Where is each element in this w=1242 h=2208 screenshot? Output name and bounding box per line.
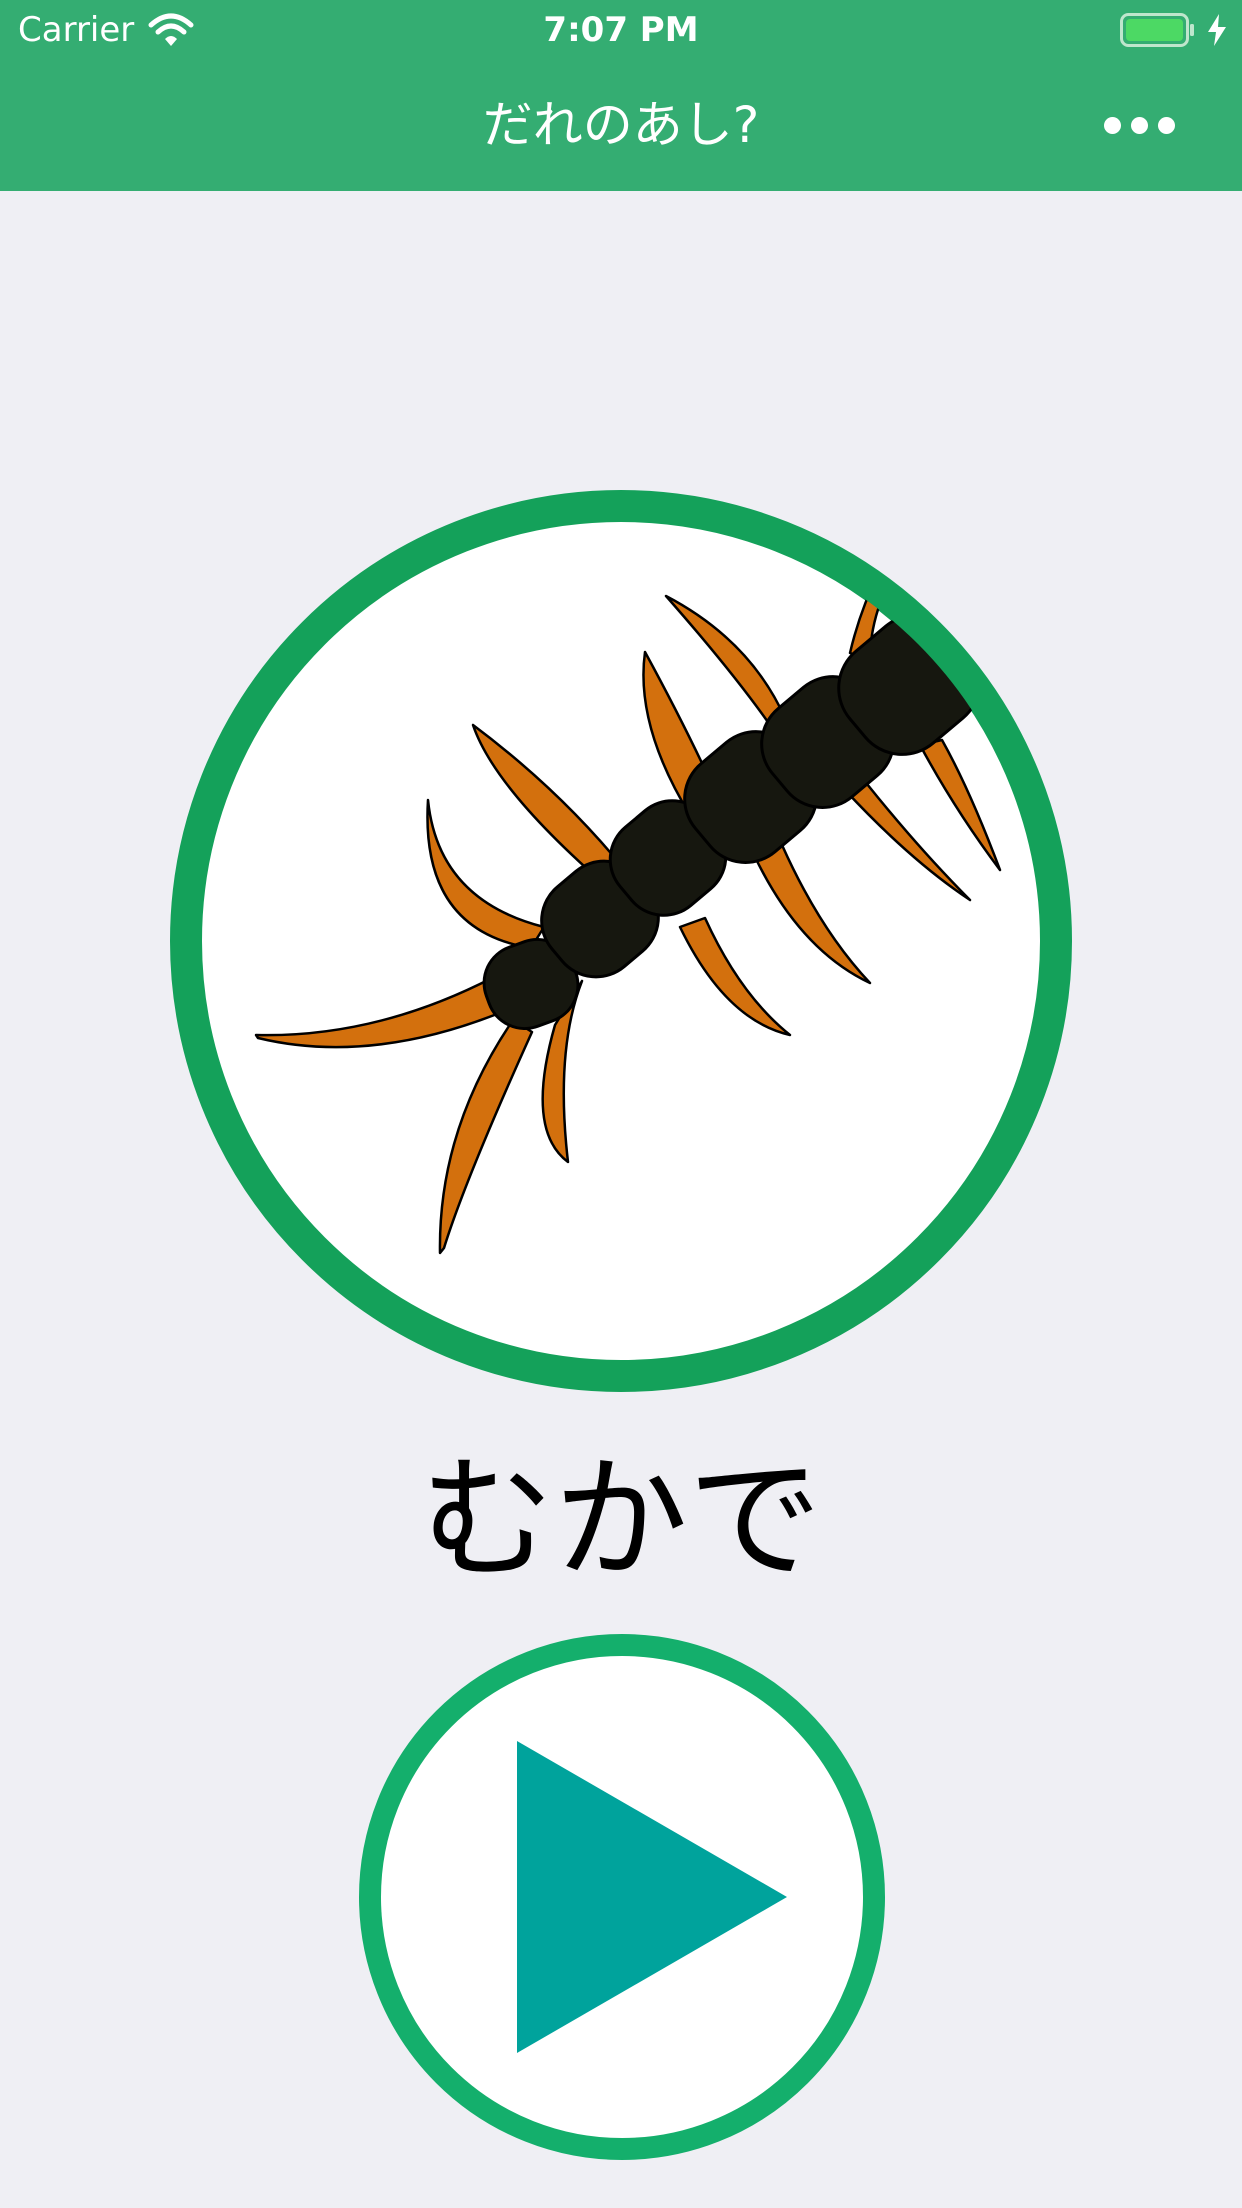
battery-icon xyxy=(1120,13,1194,47)
status-bar: Carrier 7:07 PM xyxy=(0,0,1242,60)
status-time: 7:07 PM xyxy=(543,10,699,50)
more-dot-icon xyxy=(1103,116,1121,134)
play-button[interactable] xyxy=(359,1634,885,2160)
nav-bar: Carrier 7:07 PM だれのあし? xyxy=(0,0,1242,191)
more-dot-icon xyxy=(1130,116,1148,134)
charging-bolt-icon xyxy=(1208,14,1226,46)
page-title: だれのあし? xyxy=(482,96,760,154)
play-icon xyxy=(517,1741,787,2053)
more-dot-icon xyxy=(1157,116,1175,134)
animal-name-label: むかで xyxy=(419,1442,822,1598)
animal-illustration xyxy=(170,490,1072,1392)
more-options-button[interactable] xyxy=(1090,100,1188,150)
